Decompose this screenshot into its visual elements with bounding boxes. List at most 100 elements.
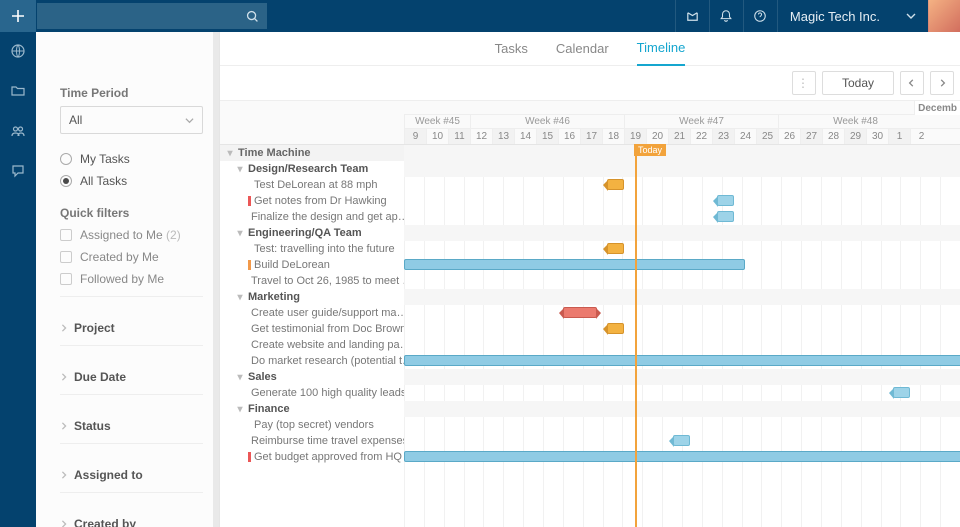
chat-icon[interactable]: [9, 162, 27, 180]
day-header: 26: [778, 129, 800, 144]
gantt-lane: [404, 289, 960, 305]
chevron-down-icon: [906, 11, 916, 21]
gantt-bar[interactable]: [563, 307, 597, 318]
gantt-bar[interactable]: [607, 179, 624, 190]
task-row[interactable]: Build DeLorean: [220, 257, 404, 273]
task-row[interactable]: Travel to Oct 26, 1985 to meet …: [220, 273, 404, 289]
task-row[interactable]: Get notes from Dr Hawking: [220, 193, 404, 209]
today-marker: Today: [634, 144, 666, 156]
gantt-bar[interactable]: [404, 355, 960, 366]
group-row[interactable]: ▾Finance: [220, 401, 404, 417]
day-header: 18: [602, 129, 624, 144]
quick-filter[interactable]: Created by Me: [60, 250, 203, 264]
filter-section[interactable]: Status: [60, 413, 203, 433]
group-row[interactable]: ▾Sales: [220, 369, 404, 385]
search-icon: [246, 10, 259, 23]
week-header: Week #48: [778, 115, 932, 129]
month-label: Decemb: [914, 101, 960, 115]
gantt-lane: [404, 417, 960, 433]
day-header: 9: [404, 129, 426, 144]
gantt-bar[interactable]: [607, 243, 624, 254]
topbar: Magic Tech Inc.: [0, 0, 960, 32]
org-name: Magic Tech Inc.: [790, 9, 880, 24]
gantt-bar[interactable]: [673, 435, 690, 446]
timeline: ▾Time Machine▾Design/Research TeamTest D…: [220, 100, 960, 527]
tab-tasks[interactable]: Tasks: [495, 32, 528, 66]
task-row[interactable]: Finalize the design and get ap…: [220, 209, 404, 225]
week-header: Week #45: [404, 115, 470, 129]
task-row[interactable]: Pay (top secret) vendors: [220, 417, 404, 433]
quick-filter[interactable]: Assigned to Me (2): [60, 228, 203, 242]
gantt-bar[interactable]: [893, 387, 910, 398]
folder-icon[interactable]: [9, 82, 27, 100]
time-period-select[interactable]: All: [60, 106, 203, 134]
day-header: 22: [690, 129, 712, 144]
globe-icon[interactable]: [9, 42, 27, 60]
filter-panel: Time Period All My TasksAll Tasks Quick …: [36, 32, 220, 527]
chevron-down-icon: [185, 116, 194, 125]
tab-calendar[interactable]: Calendar: [556, 32, 609, 66]
day-header: 11: [448, 129, 470, 144]
gantt-bar[interactable]: [607, 323, 624, 334]
bell-icon[interactable]: [709, 0, 743, 32]
avatar[interactable]: [928, 0, 960, 32]
filter-section[interactable]: Created by: [60, 511, 203, 527]
filter-section[interactable]: Due Date: [60, 364, 203, 384]
day-header: 21: [668, 129, 690, 144]
group-row[interactable]: ▾Marketing: [220, 289, 404, 305]
gantt-bar[interactable]: [717, 195, 734, 206]
gantt-lane: [404, 225, 960, 241]
day-header: 27: [800, 129, 822, 144]
gantt-bar[interactable]: [717, 211, 734, 222]
task-scope-radio[interactable]: My Tasks: [60, 152, 203, 166]
people-icon[interactable]: [9, 122, 27, 140]
gantt-bar[interactable]: [404, 451, 960, 462]
group-row[interactable]: ▾Design/Research Team: [220, 161, 404, 177]
quick-filter[interactable]: Followed by Me: [60, 272, 203, 286]
inbox-icon[interactable]: [675, 0, 709, 32]
gantt-lane: [404, 145, 960, 161]
prev-button[interactable]: [900, 71, 924, 95]
more-menu[interactable]: ⋮: [792, 71, 816, 95]
left-rail: [0, 32, 36, 527]
gantt-lane: [404, 193, 960, 209]
filter-section[interactable]: Assigned to: [60, 462, 203, 482]
day-header: 19: [624, 129, 646, 144]
task-row[interactable]: Do market research (potential t…: [220, 353, 404, 369]
help-icon[interactable]: [743, 0, 777, 32]
task-row[interactable]: Get budget approved from HQ: [220, 449, 404, 465]
time-period-label: Time Period: [60, 86, 203, 100]
gantt-lane: [404, 353, 960, 369]
filter-section[interactable]: Project: [60, 315, 203, 335]
task-row[interactable]: Reimburse time travel expenses: [220, 433, 404, 449]
group-row[interactable]: ▾Engineering/QA Team: [220, 225, 404, 241]
project-row[interactable]: ▾Time Machine: [220, 145, 404, 161]
next-button[interactable]: [930, 71, 954, 95]
task-row[interactable]: Create user guide/support ma…: [220, 305, 404, 321]
task-scope-radio[interactable]: All Tasks: [60, 174, 203, 188]
gantt-lane: [404, 305, 960, 321]
day-header: 14: [514, 129, 536, 144]
today-button[interactable]: Today: [822, 71, 894, 95]
tab-timeline[interactable]: Timeline: [637, 32, 686, 66]
gantt-lane: [404, 177, 960, 193]
day-header: 13: [492, 129, 514, 144]
task-row[interactable]: Get testimonial from Doc Brown: [220, 321, 404, 337]
org-switcher[interactable]: Magic Tech Inc.: [777, 0, 928, 32]
day-header: 17: [580, 129, 602, 144]
gantt-bar[interactable]: [404, 259, 745, 270]
week-header: Week #47: [624, 115, 778, 129]
gantt-lane: [404, 369, 960, 385]
task-row[interactable]: Test: travelling into the future: [220, 241, 404, 257]
main: Tasks Calendar Timeline ⋮ Today ▾Time Mach…: [220, 32, 960, 527]
day-header: 12: [470, 129, 492, 144]
task-row[interactable]: Generate 100 high quality leads: [220, 385, 404, 401]
task-row[interactable]: Create website and landing pa…: [220, 337, 404, 353]
task-row[interactable]: Test DeLorean at 88 mph: [220, 177, 404, 193]
gantt-lane: [404, 401, 960, 417]
gantt-grid[interactable]: Decemb Week #45Week #46Week #47Week #48 …: [404, 101, 960, 527]
gantt-lane: [404, 241, 960, 257]
add-button[interactable]: [0, 0, 36, 32]
search-input[interactable]: [37, 3, 267, 29]
day-header: 20: [646, 129, 668, 144]
